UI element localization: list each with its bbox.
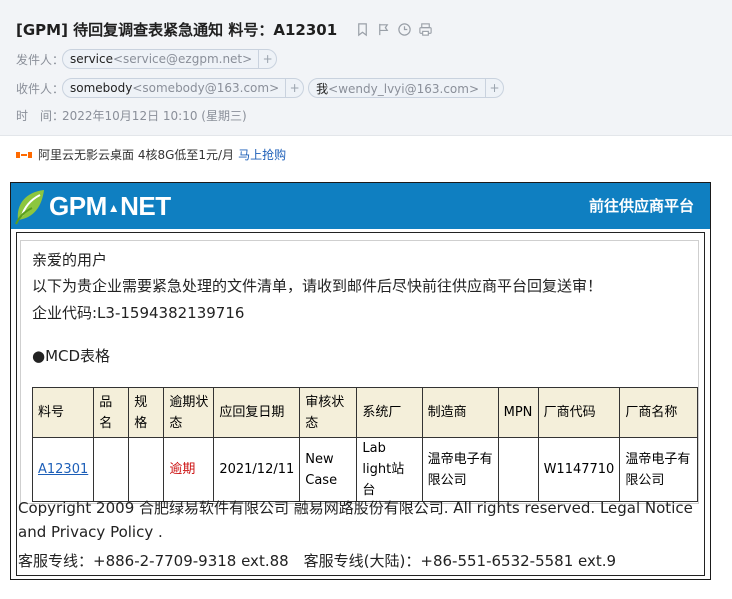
system-cell: Lab light站台 bbox=[356, 437, 423, 502]
mail-subject: [GPM] 待回复调查表紧急通知 料号：A12301 bbox=[16, 21, 338, 39]
time-label: 时 间： bbox=[16, 109, 65, 123]
buy-now-link[interactable]: 马上抢购 bbox=[238, 146, 286, 163]
part-no-cell: A12301 bbox=[31, 437, 95, 502]
recipient-email: <somebody@163.com> bbox=[132, 81, 280, 95]
sender-email: <service@ezgpm.net> bbox=[112, 52, 253, 66]
sender-name: service bbox=[70, 52, 113, 66]
overdue-status: 逾期 bbox=[169, 462, 196, 477]
add-contact-button[interactable]: + bbox=[285, 79, 303, 97]
part-no-link[interactable]: A12301 bbox=[38, 462, 88, 477]
mpn-cell bbox=[497, 437, 539, 502]
recipient-email: <wendy_lvyi@163.com> bbox=[328, 81, 480, 96]
copyright-text-2: and Privacy Policy . bbox=[18, 523, 163, 541]
content-box: 亲爱的用户 以下为贵企业需要紧急处理的文件清单，请收到邮件后尽快前往供应商平台回… bbox=[16, 232, 705, 576]
table-header-row: 料号 品名 规格 逾期状态 应回复日期 审核状态 系统厂 制造商 MPN 厂商代… bbox=[31, 387, 698, 438]
ad-bar: 阿里云无影云桌面 4核8G低至1元/月 马上抢购 bbox=[16, 146, 286, 163]
column-header: 规格 bbox=[128, 387, 165, 438]
ad-text: 阿里云无影云桌面 4核8G低至1元/月 bbox=[38, 148, 235, 162]
recipient-name: 我 bbox=[316, 81, 329, 96]
column-header: 料号 bbox=[31, 387, 95, 438]
bookmark-icon[interactable] bbox=[355, 22, 370, 37]
greeting: 亲爱的用户 bbox=[32, 251, 108, 269]
gpm-logo: GPM▲NET bbox=[14, 186, 171, 226]
notice-box: 亲爱的用户 以下为贵企业需要紧急处理的文件清单，请收到邮件后尽快前往供应商平台回… bbox=[20, 240, 699, 504]
logo-text: GPM▲NET bbox=[49, 190, 171, 221]
table-row: A12301 逾期 2021/12/11 New Case Lab light站… bbox=[31, 437, 698, 502]
vendor-code-cell: W1147710 bbox=[537, 437, 621, 502]
clock-icon[interactable] bbox=[397, 22, 412, 37]
column-header: 品名 bbox=[93, 387, 130, 438]
vendor-name-cell: 温帝电子有限公司 bbox=[619, 437, 698, 502]
subject-actions bbox=[355, 22, 433, 37]
due-date-cell: 2021/12/11 bbox=[213, 437, 301, 502]
gpm-banner: GPM▲NET 前往供应商平台 bbox=[11, 183, 710, 229]
recipient-row: 收件人： somebody<somebody@163.com> + 我<wend… bbox=[16, 78, 508, 98]
recipient-name: somebody bbox=[70, 81, 133, 95]
hotline-text: 客服专线：+886-2-7709-9318 ext.88 客服专线(大陆)：+8… bbox=[18, 552, 617, 570]
company-code: 企业代码:L3-1594382139716 bbox=[32, 304, 245, 322]
leaf-logo-icon bbox=[15, 190, 44, 225]
recipient-label: 收件人： bbox=[16, 81, 65, 96]
recipient-chip[interactable]: somebody<somebody@163.com> + bbox=[62, 78, 305, 98]
intro-text: 以下为贵企业需要紧急处理的文件清单，请收到邮件后尽快前往供应商平台回复送审！ bbox=[32, 277, 603, 295]
time-row: 时 间： 2022年10月12日 10:10 (星期三) bbox=[16, 107, 247, 124]
manufacturer-cell: 温帝电子有限公司 bbox=[421, 437, 499, 502]
flag-icon[interactable] bbox=[376, 22, 391, 37]
sender-chip[interactable]: service<service@ezgpm.net> + bbox=[62, 49, 278, 69]
column-header: 厂商名称 bbox=[619, 387, 698, 438]
email-body: GPM▲NET 前往供应商平台 亲爱的用户 以下为贵企业需要紧急处理的文件清单，… bbox=[10, 182, 711, 580]
column-header: MPN bbox=[497, 387, 539, 438]
sent-time: 2022年10月12日 10:10 (星期三) bbox=[62, 109, 247, 123]
column-header: 系统厂 bbox=[356, 387, 423, 438]
add-contact-button[interactable]: + bbox=[258, 50, 276, 68]
sender-label: 发件人： bbox=[16, 52, 65, 67]
cloud-logo-icon bbox=[16, 151, 32, 158]
subject-row: [GPM] 待回复调查表紧急通知 料号：A12301 bbox=[16, 19, 433, 40]
overdue-cell: 逾期 bbox=[163, 437, 215, 502]
portal-link[interactable]: 前往供应商平台 bbox=[589, 195, 694, 216]
spec-cell bbox=[128, 437, 165, 502]
section-title: ●MCD表格 bbox=[32, 347, 111, 365]
review-status-cell: New Case bbox=[299, 437, 358, 502]
column-header: 审核状态 bbox=[299, 387, 358, 438]
print-icon[interactable] bbox=[418, 22, 433, 37]
mcd-table: 料号 品名 规格 逾期状态 应回复日期 审核状态 系统厂 制造商 MPN 厂商代… bbox=[31, 387, 698, 502]
column-header: 厂商代码 bbox=[537, 387, 621, 438]
column-header: 逾期状态 bbox=[163, 387, 215, 438]
name-cell bbox=[93, 437, 130, 502]
recipient-chip[interactable]: 我<wendy_lvyi@163.com> + bbox=[308, 78, 505, 98]
column-header: 应回复日期 bbox=[213, 387, 301, 438]
column-header: 制造商 bbox=[421, 387, 499, 438]
copyright-text: Copyright 2009 合肥绿易软件有限公司 融易网路股份有限公司. Al… bbox=[18, 499, 693, 517]
add-contact-button[interactable]: + bbox=[485, 79, 503, 97]
mail-header: [GPM] 待回复调查表紧急通知 料号：A12301 发件人： service<… bbox=[0, 0, 732, 136]
sender-row: 发件人： service<service@ezgpm.net> + bbox=[16, 49, 281, 69]
